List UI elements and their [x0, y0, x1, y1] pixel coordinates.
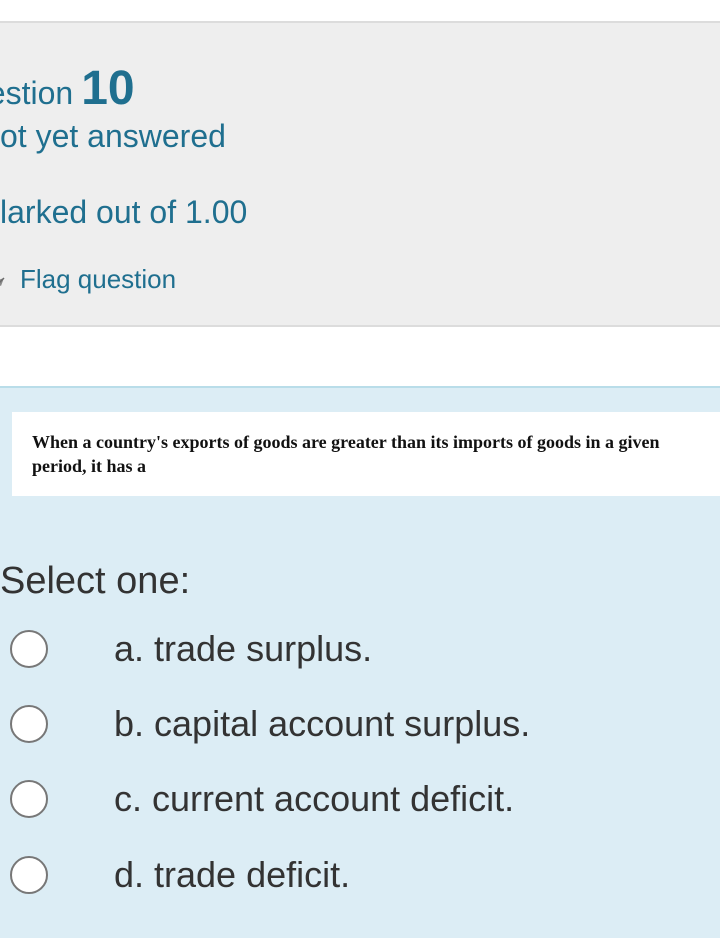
question-number-heading: uestion10	[0, 61, 135, 116]
answer-option-b[interactable]: b. capital account surplus.	[10, 699, 710, 749]
radio-button[interactable]	[10, 856, 48, 894]
question-text-box: When a country's exports of goods are gr…	[12, 412, 720, 496]
radio-button[interactable]	[10, 705, 48, 743]
answer-option-label[interactable]: d. trade deficit.	[114, 854, 350, 896]
answer-option-d[interactable]: d. trade deficit.	[10, 850, 710, 900]
answer-option-a[interactable]: a. trade surplus.	[10, 624, 710, 674]
radio-button[interactable]	[10, 630, 48, 668]
question-state: ot yet answered	[0, 118, 226, 154]
radio-button[interactable]	[10, 780, 48, 818]
flag-icon	[0, 270, 20, 290]
answer-option-c[interactable]: c. current account deficit.	[10, 774, 710, 824]
flag-question-label: Flag question	[20, 264, 177, 294]
question-grade: larked out of 1.00	[0, 194, 248, 230]
select-one-prompt: Select one:	[0, 560, 191, 602]
question-number: 10	[81, 62, 135, 115]
question-heading-word: uestion	[0, 75, 74, 111]
answer-option-label[interactable]: c. current account deficit.	[114, 778, 514, 820]
flag-question-link[interactable]: Flag question	[0, 264, 176, 295]
question-content-panel: When a country's exports of goods are gr…	[0, 386, 720, 938]
answer-option-label[interactable]: b. capital account surplus.	[114, 703, 530, 745]
answer-option-label[interactable]: a. trade surplus.	[114, 628, 372, 670]
question-text: When a country's exports of goods are gr…	[32, 432, 660, 476]
